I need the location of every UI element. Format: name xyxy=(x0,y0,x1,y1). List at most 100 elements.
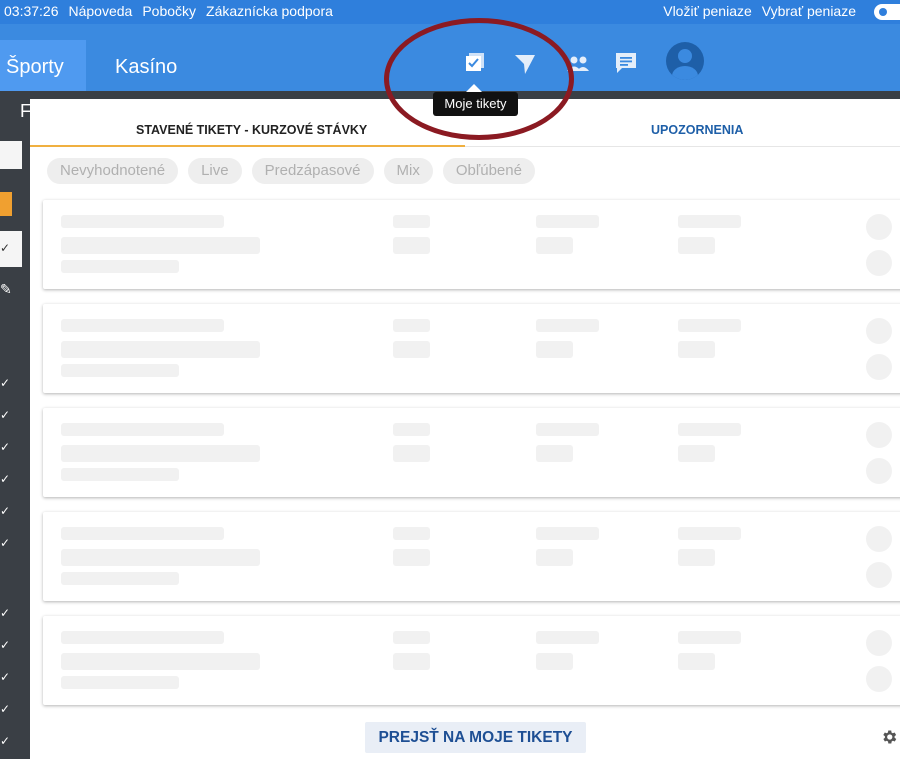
skeleton-bar xyxy=(678,215,741,228)
skeleton-bar xyxy=(61,572,179,585)
active-tab-indicator xyxy=(30,145,465,147)
skeleton-bar xyxy=(61,341,260,358)
skeleton-bar xyxy=(536,527,599,540)
skeleton-bar xyxy=(393,631,430,644)
skeleton-bar xyxy=(393,653,430,670)
skeleton-bar xyxy=(678,341,715,358)
skeleton-bar xyxy=(536,237,573,254)
deposit-link[interactable]: Vložiť peniaze xyxy=(663,3,752,19)
skeleton-bar xyxy=(61,527,224,540)
skeleton-bar xyxy=(61,468,179,481)
skeleton-bar xyxy=(678,445,715,462)
check-icon: ✓ xyxy=(0,670,11,684)
check-icon: ✓ xyxy=(0,241,11,255)
skeleton-bar xyxy=(61,653,260,670)
tickets-icon[interactable] xyxy=(464,52,486,79)
ticket-card-placeholder xyxy=(43,408,900,497)
skeleton-bar xyxy=(61,237,260,254)
skeleton-bar xyxy=(678,527,741,540)
skeleton-circle xyxy=(866,318,892,344)
skeleton-bar xyxy=(536,215,599,228)
support-link[interactable]: Zákaznícka podpora xyxy=(206,3,333,19)
check-icon: ✓ xyxy=(0,472,11,486)
filter-prematch[interactable]: Predzápasové xyxy=(251,158,374,184)
check-icon: ✓ xyxy=(0,376,11,390)
skeleton-bar xyxy=(536,549,573,566)
skeleton-bar xyxy=(536,445,573,462)
skeleton-circle xyxy=(866,562,892,588)
skeleton-bar xyxy=(61,631,224,644)
main-nav: Športy Kasíno xyxy=(0,24,900,91)
skeleton-bar xyxy=(393,445,430,462)
chat-icon[interactable] xyxy=(614,52,638,79)
group-icon[interactable] xyxy=(566,56,590,77)
skeleton-bar xyxy=(61,549,260,566)
skeleton-circle xyxy=(866,666,892,692)
skeleton-bar xyxy=(536,319,599,332)
skeleton-circle xyxy=(866,526,892,552)
skeleton-circle xyxy=(866,630,892,656)
gear-icon[interactable] xyxy=(880,728,898,751)
check-icon: ✓ xyxy=(0,638,11,652)
filter-chips: Nevyhodnotené Live Predzápasové Mix Obľú… xyxy=(47,158,535,184)
skeleton-bar xyxy=(678,423,741,436)
ticket-card-placeholder xyxy=(43,200,900,289)
tickets-panel: STAVENÉ TIKETY - KURZOVÉ STÁVKY UPOZORNE… xyxy=(30,99,900,759)
skeleton-bar xyxy=(61,319,224,332)
skeleton-bar xyxy=(61,676,179,689)
go-to-my-tickets-button[interactable]: PREJSŤ NA MOJE TIKETY xyxy=(365,722,586,753)
help-link[interactable]: Nápoveda xyxy=(69,3,133,19)
tab-placed-tickets[interactable]: STAVENÉ TIKETY - KURZOVÉ STÁVKY xyxy=(136,123,367,137)
toggle-switch[interactable] xyxy=(874,4,900,20)
skeleton-bar xyxy=(393,237,430,254)
avatar-icon[interactable] xyxy=(666,42,704,80)
skeleton-bar xyxy=(536,423,599,436)
skeleton-bar xyxy=(393,423,430,436)
skeleton-bar xyxy=(678,319,741,332)
skeleton-bar xyxy=(678,549,715,566)
send-icon[interactable] xyxy=(514,53,536,80)
branches-link[interactable]: Pobočky xyxy=(142,3,196,19)
skeleton-bar xyxy=(61,445,260,462)
top-bar: 03:37:26 Nápoveda Pobočky Zákaznícka pod… xyxy=(0,0,900,24)
tab-notifications[interactable]: UPOZORNENIA xyxy=(651,123,743,137)
skeleton-bar xyxy=(536,631,599,644)
check-icon: ✓ xyxy=(0,606,11,620)
skeleton-bar xyxy=(678,653,715,670)
clock: 03:37:26 xyxy=(4,3,59,19)
check-icon: ✓ xyxy=(0,440,11,454)
ticket-card-placeholder xyxy=(43,304,900,393)
check-icon: ✓ xyxy=(0,408,11,422)
skeleton-bar xyxy=(393,215,430,228)
tab-casino[interactable]: Kasíno xyxy=(115,56,177,79)
skeleton-bar xyxy=(678,237,715,254)
skeleton-bar xyxy=(393,549,430,566)
tooltip: Moje tikety xyxy=(433,92,518,116)
ticket-card-placeholder xyxy=(43,512,900,601)
skeleton-bar xyxy=(536,653,573,670)
skeleton-bar xyxy=(61,215,224,228)
skeleton-circle xyxy=(866,214,892,240)
filter-favorites[interactable]: Obľúbené xyxy=(442,158,535,184)
skeleton-bar xyxy=(393,341,430,358)
skeleton-bar xyxy=(393,319,430,332)
skeleton-circle xyxy=(866,354,892,380)
skeleton-circle xyxy=(866,422,892,448)
withdraw-link[interactable]: Vybrať peniaze xyxy=(762,3,856,19)
sidebar-orange-tab[interactable] xyxy=(0,192,12,216)
tab-sports[interactable]: Športy xyxy=(0,40,86,91)
filter-unsettled[interactable]: Nevyhodnotené xyxy=(47,158,179,184)
skeleton-bar xyxy=(393,527,430,540)
pencil-icon[interactable]: ✎ xyxy=(0,281,12,298)
skeleton-bar xyxy=(61,364,179,377)
skeleton-bar xyxy=(678,631,741,644)
sidebar-block xyxy=(0,141,22,169)
check-icon: ✓ xyxy=(0,734,11,748)
skeleton-circle xyxy=(866,250,892,276)
sidebar: F ✓ ✎ ✓ ✓ ✓ ✓ ✓ ✓ ✓ ✓ ✓ ✓ ✓ xyxy=(0,91,31,759)
filter-live[interactable]: Live xyxy=(188,158,242,184)
filter-mix[interactable]: Mix xyxy=(383,158,433,184)
check-icon: ✓ xyxy=(0,536,11,550)
skeleton-bar xyxy=(61,260,179,273)
skeleton-circle xyxy=(866,458,892,484)
